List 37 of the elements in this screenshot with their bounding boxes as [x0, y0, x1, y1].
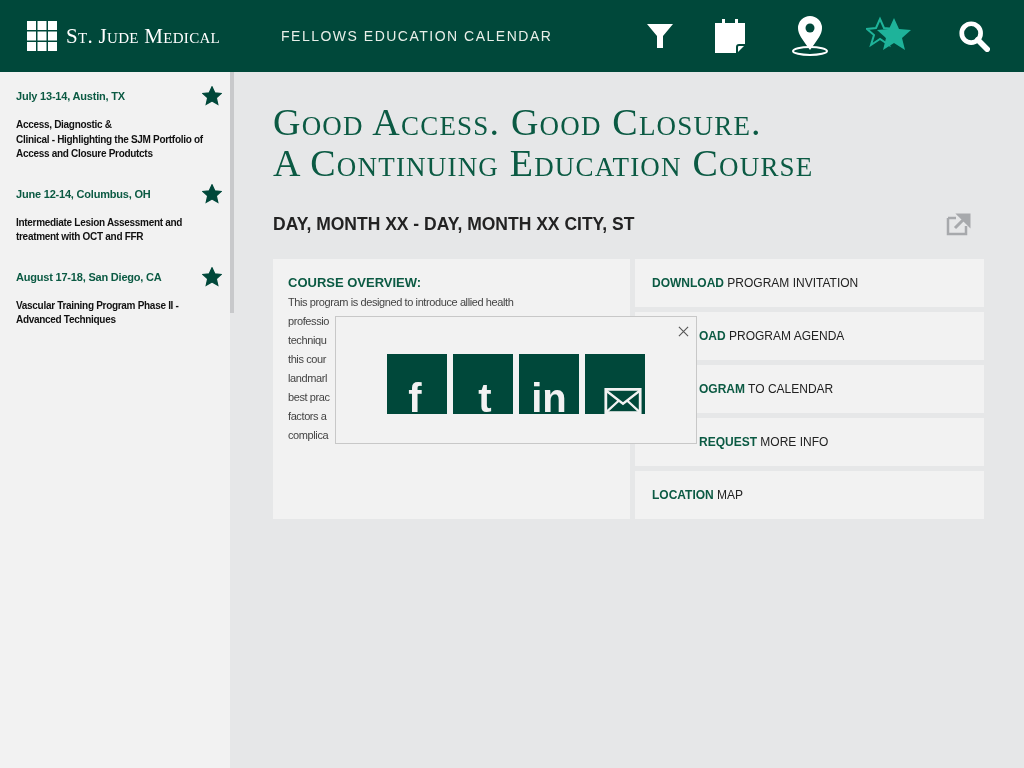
star-icon[interactable]	[202, 86, 222, 106]
event-title[interactable]: Intermediate Lesion Assessment and treatment with OCT and FFR	[16, 215, 222, 245]
overview-text: landmarl	[288, 371, 327, 386]
overview-text: factors a	[288, 409, 327, 424]
logo-grid-icon	[27, 21, 57, 51]
course-dates: DAY, MONTH XX - DAY, MONTH XX CITY, ST	[273, 213, 635, 235]
overview-heading: COURSE OVERVIEW:	[288, 275, 422, 290]
star-icon[interactable]	[202, 183, 222, 204]
filter-icon	[646, 22, 674, 50]
event-title[interactable]: Access, Diagnostic & Clinical - Highlighting the SJM Portfolio of Access and Closure Produtcts	[16, 118, 222, 162]
overview-text: professio	[288, 314, 330, 329]
overview-text: This program is designed to introduce allied health	[288, 295, 514, 310]
twitter-button[interactable]: t	[453, 354, 513, 414]
facebook-button[interactable]: f	[387, 354, 447, 414]
event-title[interactable]: Vascular Training Program Phase II - Advanced Techniques	[16, 298, 222, 328]
app-title: FELLOWS EDUCATION CALENDAR	[281, 28, 553, 44]
course-title: Good Access. Good Closure.	[273, 102, 762, 143]
linkedin-button[interactable]: in	[519, 354, 579, 414]
close-icon[interactable]	[678, 326, 689, 337]
email-button[interactable]	[585, 354, 645, 414]
search-icon	[958, 20, 990, 52]
action-button[interactable]: LOCATION MAP	[635, 471, 984, 519]
overview-text: complica	[288, 428, 329, 443]
action-button[interactable]: REQUEST MORE INFO	[635, 418, 984, 466]
calendar-icon	[714, 18, 746, 54]
overview-text: this cour	[288, 352, 326, 367]
overview-text: best prac	[288, 390, 330, 405]
event-date[interactable]: June 12-14, Columbus, OH	[16, 187, 151, 200]
event-date[interactable]: August 17-18, San Diego, CA	[16, 270, 162, 283]
envelope-icon	[604, 388, 642, 414]
brand-name: St. Jude Medical	[66, 23, 221, 49]
location-pin-icon	[790, 16, 830, 56]
course-title: A Continuing Education Course	[273, 143, 814, 184]
overview-text: techniqu	[288, 333, 327, 348]
event-date[interactable]: July 13-14, Austin, TX	[16, 90, 125, 102]
star-icon[interactable]	[202, 266, 222, 287]
action-button[interactable]: DOWNLOAD PROGRAM INVITATION	[635, 259, 984, 307]
